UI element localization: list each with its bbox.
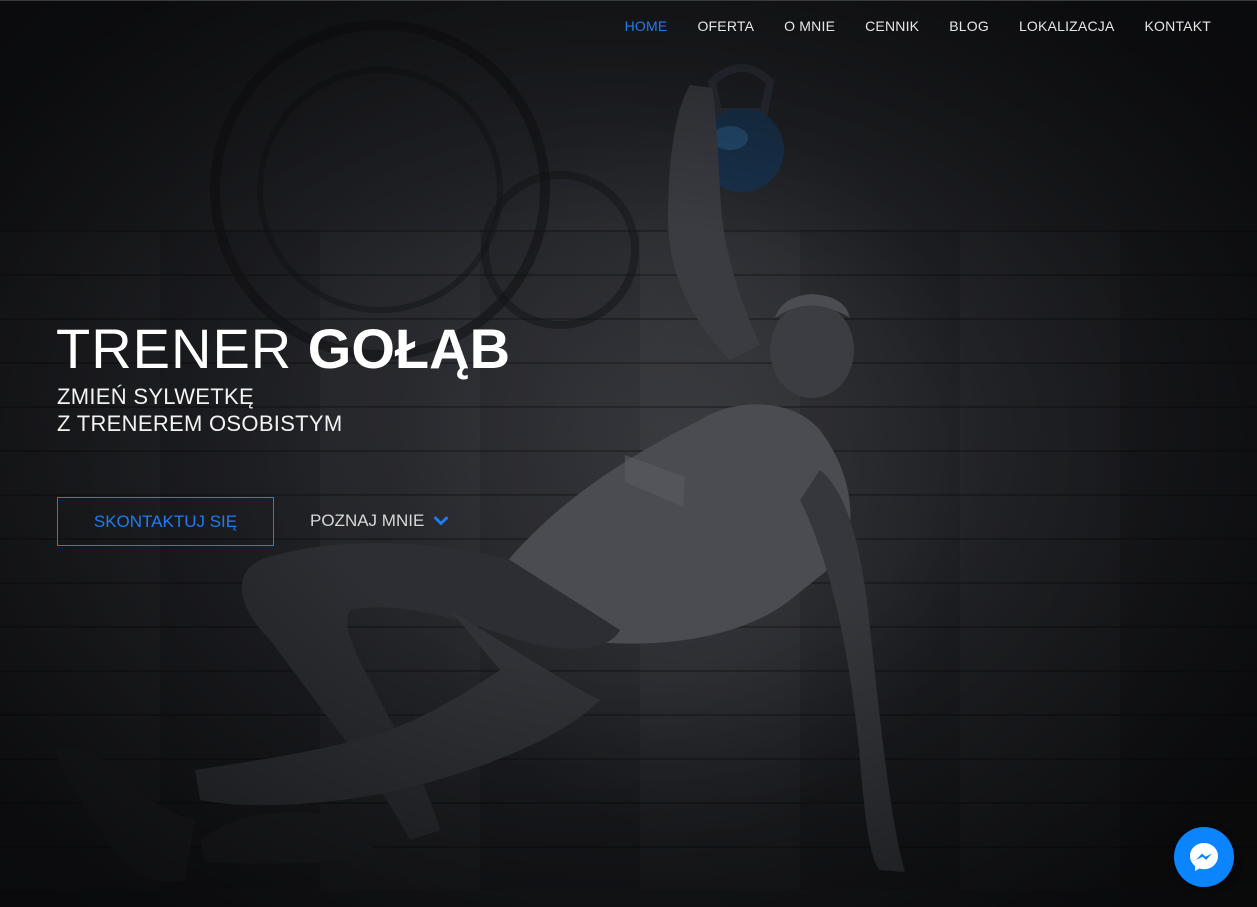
top-navigation-bar: HOME OFERTA O MNIE CENNIK BLOG LOKALIZAC… [0,0,1257,52]
hero-title: TRENER GOŁĄB [56,318,510,380]
nav-item-home[interactable]: HOME [625,18,668,34]
contact-button[interactable]: SKONTAKTUJ SIĘ [57,497,274,546]
hero-title-bold: GOŁĄB [307,317,511,380]
nav-item-cennik[interactable]: CENNIK [865,18,919,34]
about-me-label: POZNAJ MNIE [310,511,425,530]
nav-item-lokalizacja[interactable]: LOKALIZACJA [1019,18,1115,34]
about-me-link[interactable]: POZNAJ MNIE [310,511,449,531]
messenger-icon [1190,843,1218,871]
hero-vignette [0,0,1257,907]
hero-subtitle: ZMIEŃ SYLWETKĘ Z TRENEREM OSOBISTYM [57,383,343,437]
messenger-chat-button[interactable] [1174,827,1234,887]
chevron-down-icon [434,516,449,525]
hero-title-light: TRENER [56,317,293,380]
nav-item-oferta[interactable]: OFERTA [697,18,754,34]
hero-subtitle-line-1: ZMIEŃ SYLWETKĘ [57,384,254,409]
nav-item-blog[interactable]: BLOG [949,18,989,34]
nav-item-o-mnie[interactable]: O MNIE [784,18,835,34]
main-nav: HOME OFERTA O MNIE CENNIK BLOG LOKALIZAC… [625,18,1211,34]
nav-item-kontakt[interactable]: KONTAKT [1145,18,1211,34]
hero-subtitle-line-2: Z TRENEREM OSOBISTYM [57,411,343,436]
